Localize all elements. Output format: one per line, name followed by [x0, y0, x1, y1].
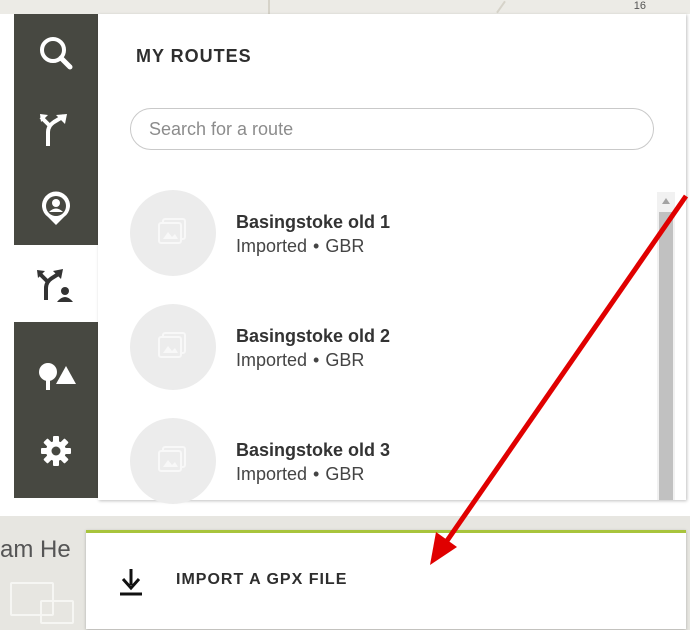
my-routes-panel: MY ROUTES Basingstoke old 1 Imported•GBR — [98, 14, 686, 504]
search-icon — [36, 33, 76, 73]
meta-separator: • — [313, 464, 320, 484]
nav-explore-button[interactable] — [14, 335, 98, 412]
route-source: Imported — [236, 464, 308, 484]
route-name: Basingstoke old 1 — [236, 212, 391, 232]
map-place-label: am He — [0, 536, 71, 563]
panel-title: MY ROUTES — [136, 46, 252, 66]
map-road — [496, 0, 506, 14]
nav-settings-button[interactable] — [14, 412, 98, 489]
route-country: GBR — [325, 464, 365, 484]
nav-places-button[interactable] — [14, 168, 98, 245]
image-placeholder-icon — [155, 327, 191, 368]
image-placeholder-icon — [155, 213, 191, 254]
meta-separator: • — [313, 350, 320, 370]
route-list-item[interactable]: Basingstoke old 2 Imported • GBR — [130, 304, 650, 404]
route-thumbnail — [130, 190, 216, 276]
route-list-item[interactable]: Basingstoke old 1 Imported • GBR — [130, 190, 650, 290]
route-list-scrollbar[interactable] — [657, 192, 675, 500]
route-country: GBR — [325, 350, 365, 370]
route-list-item[interactable]: Basingstoke old 3 Imported • GBR — [130, 418, 650, 518]
route-country: GBR — [325, 236, 365, 256]
route-thumbnail — [130, 304, 216, 390]
landscape-icon — [34, 354, 78, 394]
route-name: Basingstoke old 3 — [236, 440, 391, 460]
map-road — [40, 600, 74, 624]
nav-search-button[interactable] — [14, 14, 98, 91]
side-navigation-rail — [14, 14, 98, 498]
import-gpx-button[interactable]: IMPORT A GPX FILE — [86, 530, 686, 629]
route-source: Imported — [236, 350, 308, 370]
my-routes-icon — [34, 264, 78, 304]
image-placeholder-icon — [155, 441, 191, 482]
scrollbar-thumb[interactable] — [659, 212, 673, 500]
map-road-number: 16 — [633, 0, 646, 12]
route-meta: Imported • GBR — [236, 236, 364, 257]
meta-separator: • — [313, 236, 320, 256]
nav-plan-route-button[interactable] — [14, 91, 98, 168]
route-search-input[interactable] — [130, 108, 654, 150]
import-gpx-label: IMPORT A GPX FILE — [176, 571, 348, 588]
scroll-up-arrow-icon — [661, 192, 671, 210]
nav-my-routes-button[interactable] — [14, 245, 98, 322]
settings-gear-icon — [38, 433, 74, 469]
route-source: Imported — [236, 236, 308, 256]
scroll-up-button[interactable] — [657, 192, 675, 210]
route-plan-icon — [36, 110, 76, 150]
map-background-top: 16 — [0, 0, 690, 14]
route-meta: Imported • GBR — [236, 464, 364, 485]
route-thumbnail — [130, 418, 216, 504]
location-pin-icon — [36, 187, 76, 227]
route-meta: Imported • GBR — [236, 350, 364, 371]
map-road — [268, 0, 270, 14]
route-name: Basingstoke old 2 — [236, 326, 391, 346]
download-icon — [116, 567, 146, 602]
